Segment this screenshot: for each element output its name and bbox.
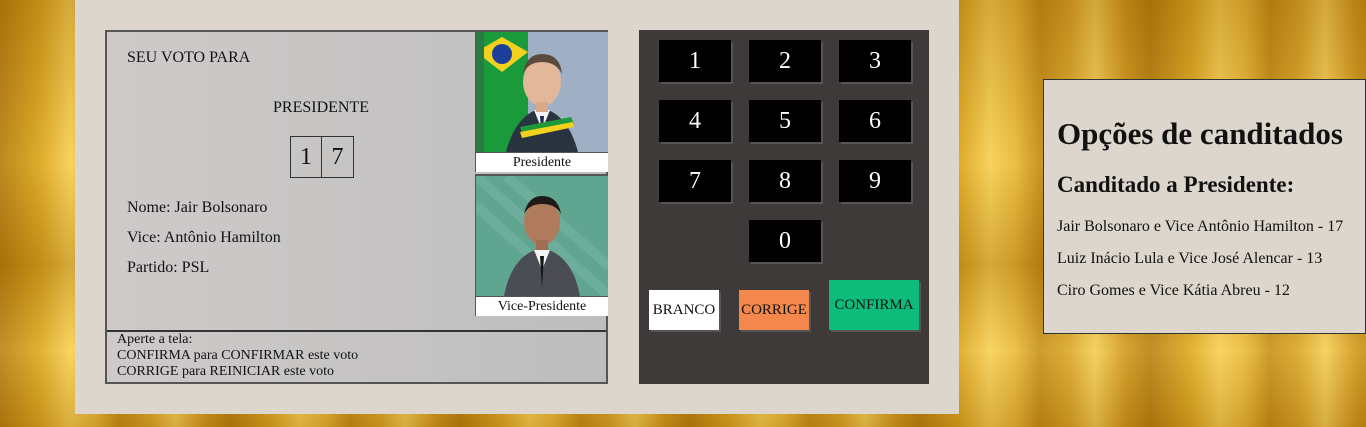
branco-button[interactable]: BRANCO (649, 290, 719, 330)
key-2[interactable]: 2 (749, 40, 821, 82)
corrige-button[interactable]: CORRIGE (739, 290, 809, 330)
key-4[interactable]: 4 (659, 100, 731, 142)
candidate-options-panel: Opções de canditados Canditado a Preside… (1043, 79, 1366, 334)
key-5[interactable]: 5 (749, 100, 821, 142)
candidate-party: Partido: PSL (127, 259, 210, 276)
president-photo-caption: Presidente (476, 152, 608, 172)
key-9[interactable]: 9 (839, 160, 911, 202)
key-7[interactable]: 7 (659, 160, 731, 202)
ballot-screen: SEU VOTO PARA PRESIDENTE 1 7 Nome: Jair … (105, 30, 608, 384)
candidate-name: Nome: Jair Bolsonaro (127, 199, 268, 216)
options-title: Opções de canditados (1057, 116, 1343, 151)
ballot-instructions: Aperte a tela: CONFIRMA para CONFIRMAR e… (107, 330, 606, 382)
options-subtitle: Canditado a Presidente: (1057, 172, 1295, 197)
voting-machine: SEU VOTO PARA PRESIDENTE 1 7 Nome: Jair … (75, 0, 959, 414)
ballot-screen-main: SEU VOTO PARA PRESIDENTE 1 7 Nome: Jair … (107, 32, 475, 331)
president-photo: Presidente (475, 32, 608, 172)
candidate-vice: Vice: Antônio Hamilton (127, 229, 281, 246)
vice-president-portrait-image (476, 176, 608, 296)
key-8[interactable]: 8 (749, 160, 821, 202)
instructions-line-2: CONFIRMA para CONFIRMAR este voto (117, 348, 359, 363)
candidate-option: Ciro Gomes e Vice Kátia Abreu - 12 (1057, 282, 1290, 299)
key-0[interactable]: 0 (749, 220, 821, 262)
vote-heading: SEU VOTO PARA (127, 49, 251, 66)
instructions-line-3: CORRIGE para REINICIAR este voto (117, 364, 334, 379)
key-3[interactable]: 3 (839, 40, 911, 82)
key-1[interactable]: 1 (659, 40, 731, 82)
president-portrait-image (476, 32, 608, 152)
candidate-option: Luiz Inácio Lula e Vice José Alencar - 1… (1057, 250, 1323, 267)
keypad: 1 2 3 4 5 6 7 8 9 0 BRANCO CORRIGE CONFI… (639, 30, 929, 384)
vice-president-photo: Vice-Presidente (475, 174, 608, 316)
number-digit-2: 7 (322, 136, 354, 178)
number-digit-1: 1 (290, 136, 322, 178)
confirma-button[interactable]: CONFIRMA (829, 280, 919, 330)
number-display: 1 7 (290, 136, 354, 178)
vice-president-photo-caption: Vice-Presidente (476, 296, 608, 316)
instructions-line-1: Aperte a tela: (117, 332, 193, 347)
candidate-option: Jair Bolsonaro e Vice Antônio Hamilton -… (1057, 218, 1344, 235)
office-title: PRESIDENTE (273, 99, 369, 116)
key-6[interactable]: 6 (839, 100, 911, 142)
